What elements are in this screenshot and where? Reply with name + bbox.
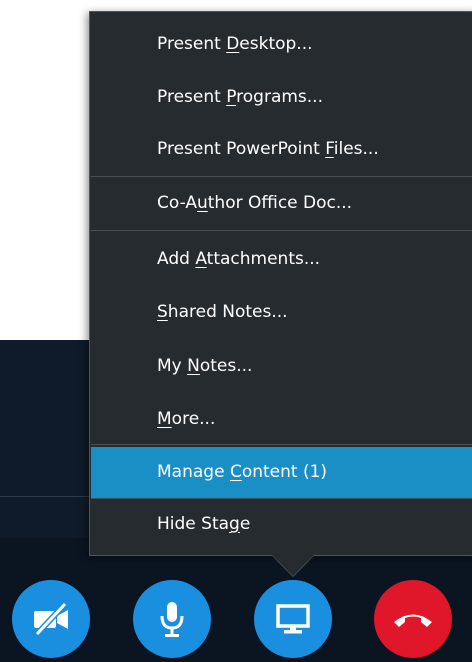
menu-pointer	[272, 555, 314, 576]
menu-separator	[91, 498, 472, 499]
menu-item-shared-notes[interactable]: Shared Notes...	[91, 292, 472, 333]
hang-up-icon	[391, 607, 435, 631]
menu-item-my-notes[interactable]: My Notes...	[91, 346, 472, 387]
hang-up-button[interactable]	[374, 580, 452, 658]
monitor-icon	[273, 602, 313, 636]
stage-divider	[0, 496, 90, 497]
meeting-window: Present Desktop... Present Programs... P…	[0, 0, 472, 662]
menu-item-co-author-office-doc[interactable]: Co-Author Office Doc...	[91, 183, 472, 224]
menu-item-present-programs[interactable]: Present Programs...	[91, 77, 472, 118]
menu-separator	[91, 444, 472, 445]
present-content-menu: Present Desktop... Present Programs... P…	[89, 11, 472, 556]
microphone-icon	[157, 599, 187, 639]
menu-item-more[interactable]: More...	[91, 399, 472, 440]
menu-item-hide-stage[interactable]: Hide Stage	[91, 504, 472, 545]
menu-item-present-desktop[interactable]: Present Desktop...	[91, 24, 472, 65]
video-toggle-button[interactable]	[12, 580, 90, 658]
menu-item-add-attachments[interactable]: Add Attachments...	[91, 239, 472, 280]
menu-item-manage-content[interactable]: Manage Content (1)	[91, 447, 472, 498]
video-off-icon	[31, 602, 71, 636]
microphone-button[interactable]	[133, 580, 211, 658]
present-button[interactable]	[254, 580, 332, 658]
menu-item-present-powerpoint-files[interactable]: Present PowerPoint Files...	[91, 129, 472, 170]
menu-separator	[91, 176, 472, 177]
menu-separator	[91, 230, 472, 231]
